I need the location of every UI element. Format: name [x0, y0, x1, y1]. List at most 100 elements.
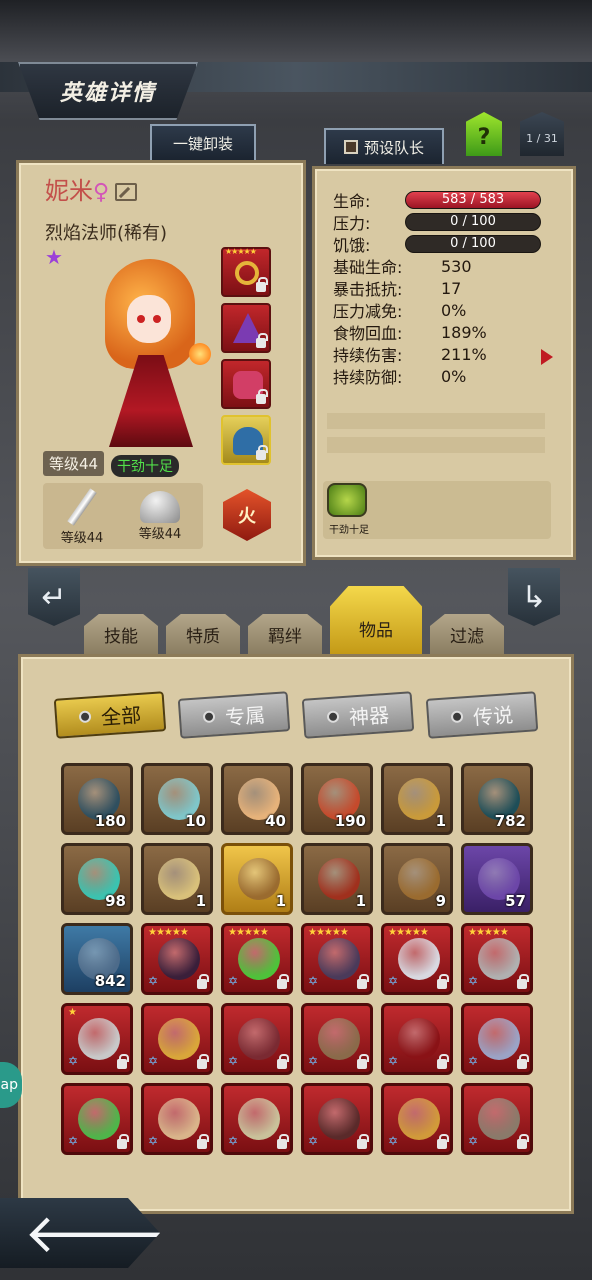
- leaf-blade-icon: [78, 1098, 120, 1140]
- filter-artifact-button[interactable]: 神器: [301, 691, 415, 739]
- rarity-star-icon: ★: [45, 245, 63, 269]
- inventory-item[interactable]: 842: [61, 923, 133, 995]
- inventory-item[interactable]: ✡: [301, 1003, 373, 1075]
- equipment-slots: ★★★★★: [221, 247, 275, 471]
- inventory-item[interactable]: 40: [221, 763, 293, 835]
- edit-name-icon[interactable]: [115, 183, 138, 201]
- inventory-item[interactable]: 57: [461, 843, 533, 915]
- helm-icon: [238, 1098, 280, 1140]
- equip-slot-ring[interactable]: ★★★★★: [221, 247, 271, 297]
- inventory-item[interactable]: 1: [381, 763, 453, 835]
- hero-name-row: 妮米♀: [45, 171, 138, 206]
- inventory-item[interactable]: 180: [61, 763, 133, 835]
- inventory-item[interactable]: ✡: [61, 1083, 133, 1155]
- element-fire-badge[interactable]: 火: [223, 489, 271, 541]
- stat-value: 211%: [441, 344, 487, 364]
- hero-face: [127, 295, 171, 343]
- item-count: 190: [334, 812, 366, 830]
- lock-icon: [256, 277, 268, 292]
- hexagram-icon: ✡: [388, 1054, 399, 1068]
- lock-icon: [277, 974, 289, 989]
- hexagram-icon: ✡: [388, 974, 399, 988]
- stress-label: 压力:: [333, 214, 371, 233]
- scarf-icon: [398, 1018, 440, 1060]
- inventory-item[interactable]: ✡: [301, 1083, 373, 1155]
- filter-all-button[interactable]: 全部: [53, 691, 167, 739]
- tab-label: 特质: [186, 626, 220, 647]
- lock-icon: [437, 1134, 449, 1149]
- armor-gear[interactable]: 等级44: [125, 485, 195, 542]
- hexagram-icon: ✡: [148, 1054, 159, 1068]
- hp-label: 生命:: [333, 192, 371, 211]
- inventory-item[interactable]: ✡: [381, 1083, 453, 1155]
- tab-skills[interactable]: 技能: [84, 614, 158, 654]
- inventory-item[interactable]: ★ ✡: [61, 1003, 133, 1075]
- preset-team-checkbox[interactable]: [343, 140, 358, 154]
- next-hero-button[interactable]: ↳: [508, 568, 560, 626]
- inventory-item[interactable]: ★★★★★ ✡: [461, 923, 533, 995]
- inventory-item[interactable]: 1: [141, 843, 213, 915]
- tab-bonds[interactable]: 羁绊: [248, 614, 322, 654]
- lock-icon: [517, 1134, 529, 1149]
- tab-items[interactable]: 物品: [330, 586, 422, 654]
- lock-icon: [197, 1054, 209, 1069]
- inventory-item[interactable]: ✡: [461, 1003, 533, 1075]
- item-count: 782: [494, 812, 526, 830]
- inventory-item[interactable]: 10: [141, 763, 213, 835]
- tab-traits[interactable]: 特质: [166, 614, 240, 654]
- inventory-item[interactable]: 782: [461, 763, 533, 835]
- status-effects-box: 干劲十足: [323, 481, 551, 539]
- inventory-item[interactable]: ✡: [461, 1083, 533, 1155]
- inventory-item[interactable]: 1: [221, 843, 293, 915]
- equip-slot-helmet[interactable]: [221, 415, 271, 465]
- inventory-item[interactable]: ★★★★★ ✡: [221, 923, 293, 995]
- scroll-icon: [398, 778, 440, 820]
- side-tab-label: ap: [0, 1077, 18, 1093]
- item-count: 9: [435, 892, 446, 910]
- inventory-item[interactable]: ✡: [221, 1003, 293, 1075]
- motivated-status-icon[interactable]: [327, 483, 367, 517]
- filter-exclusive-button[interactable]: 专属: [177, 691, 291, 739]
- hammer-icon: [318, 1018, 360, 1060]
- back-button[interactable]: 🡐: [0, 1198, 160, 1268]
- inventory-item[interactable]: 1: [301, 843, 373, 915]
- stat-hp: 生命: 583 / 583: [333, 189, 547, 211]
- female-icon: ♀: [93, 180, 110, 205]
- hero-info-panel: 妮米♀ 烈焰法师(稀有) ★ ★★★★★ 等级44 干劲十足 等级44 等级44…: [16, 160, 306, 566]
- inventory-item[interactable]: ★★★★★ ✡: [301, 923, 373, 995]
- inventory-item[interactable]: ✡: [381, 1003, 453, 1075]
- horn-icon: [158, 1098, 200, 1140]
- inventory-item[interactable]: ✡: [141, 1003, 213, 1075]
- preset-team-toggle[interactable]: 预设队长: [324, 128, 444, 164]
- weapon-gear[interactable]: 等级44: [47, 485, 117, 546]
- hero-mood-badge: 干劲十足: [111, 455, 179, 477]
- hexagram-icon: ✡: [468, 1054, 479, 1068]
- inventory-item[interactable]: ★★★★★ ✡: [381, 923, 453, 995]
- inventory-panel: 全部 专属 神器 传说 180 10 40 190 1 782 98 1 1 1 9 57 842 ★★★…: [18, 654, 574, 1214]
- stat-row: 基础生命: 530: [333, 255, 547, 278]
- filter-label: 传说: [472, 702, 514, 730]
- radio-dot-icon: [450, 710, 464, 724]
- hero-portrait[interactable]: [89, 259, 211, 449]
- item-count: 1: [195, 892, 206, 910]
- inventory-item[interactable]: 9: [381, 843, 453, 915]
- bow-icon: [158, 938, 200, 980]
- tab-label: 过滤: [450, 626, 484, 647]
- item-count: 10: [185, 812, 206, 830]
- inventory-item[interactable]: 190: [301, 763, 373, 835]
- element-label: 火: [238, 506, 256, 527]
- hexagram-icon: ✡: [228, 1054, 239, 1068]
- equip-slot-hat[interactable]: [221, 303, 271, 353]
- hexagram-icon: ✡: [228, 1134, 239, 1148]
- filter-legend-button[interactable]: 传说: [425, 691, 539, 739]
- inventory-item[interactable]: 98: [61, 843, 133, 915]
- inventory-item[interactable]: ✡: [141, 1083, 213, 1155]
- unequip-all-button[interactable]: 一键卸装: [150, 124, 256, 160]
- lock-icon: [277, 1054, 289, 1069]
- expand-stats-arrow-icon[interactable]: [541, 349, 553, 365]
- equip-slot-bracer[interactable]: [221, 359, 271, 409]
- tab-filter[interactable]: 过滤: [430, 614, 504, 654]
- prev-hero-button[interactable]: ↵: [28, 568, 80, 626]
- inventory-item[interactable]: ★★★★★ ✡: [141, 923, 213, 995]
- inventory-item[interactable]: ✡: [221, 1083, 293, 1155]
